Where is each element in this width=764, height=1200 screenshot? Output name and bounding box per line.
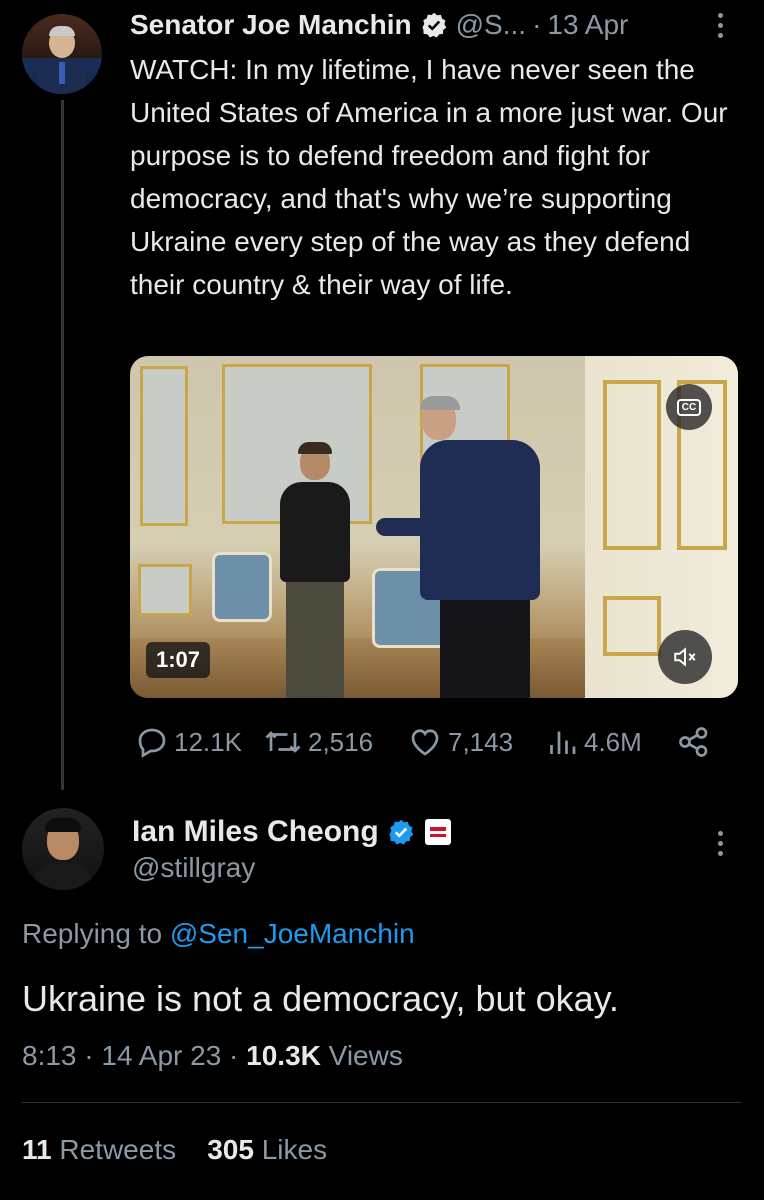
replying-prefix: Replying to bbox=[22, 918, 163, 949]
reply-count: 12.1K bbox=[174, 726, 242, 757]
more-icon[interactable] bbox=[712, 10, 728, 42]
retweets-count: 11 bbox=[22, 1134, 52, 1165]
avatar-ian-miles-cheong[interactable] bbox=[22, 808, 104, 890]
wall-panel bbox=[138, 564, 192, 616]
views-count: 4.6M bbox=[584, 726, 642, 757]
tweet2-stats: 11 Retweets 305 Likes bbox=[22, 1134, 327, 1166]
more-icon[interactable] bbox=[712, 828, 728, 860]
like-button[interactable]: 7,143 bbox=[406, 722, 513, 762]
tweet1-action-bar: 12.1K 2,516 7,143 4.6M bbox=[130, 722, 730, 762]
avatar-joe-manchin[interactable] bbox=[22, 14, 102, 94]
verified-icon[interactable] bbox=[387, 818, 415, 846]
share-button[interactable] bbox=[676, 722, 716, 762]
views-icon bbox=[550, 731, 576, 754]
retweet-button[interactable]: 2,516 bbox=[262, 722, 373, 762]
likes-count: 305 bbox=[207, 1134, 254, 1165]
tweet2-views-count: 10.3K bbox=[246, 1040, 321, 1071]
retweet-icon bbox=[265, 731, 301, 753]
tweet1-date[interactable]: 13 Apr bbox=[547, 9, 628, 41]
tweet1-text: WATCH: In my lifetime, I have never seen… bbox=[130, 54, 728, 300]
video-duration: 1:07 bbox=[146, 642, 210, 678]
video-player[interactable]: CC 1:07 bbox=[130, 356, 738, 698]
reply-icon bbox=[138, 728, 166, 758]
meta-separator: · bbox=[229, 1040, 247, 1071]
retweet-count: 2,516 bbox=[308, 726, 374, 757]
tweet2-date[interactable]: 14 Apr 23 bbox=[101, 1040, 221, 1071]
divider bbox=[22, 1102, 742, 1103]
captions-icon: CC bbox=[676, 398, 702, 416]
like-icon bbox=[411, 729, 439, 756]
affiliate-badge-icon[interactable] bbox=[424, 819, 451, 845]
tweet1-display-name[interactable]: Senator Joe Manchin bbox=[130, 9, 412, 41]
likes-link[interactable]: 305 Likes bbox=[207, 1134, 327, 1165]
replying-to: Replying to @Sen_JoeManchin bbox=[22, 918, 415, 950]
tweet2-views-label: Views bbox=[328, 1040, 403, 1071]
replying-mention-link[interactable]: @Sen_JoeManchin bbox=[170, 918, 415, 949]
person-left bbox=[280, 442, 350, 698]
likes-label: Likes bbox=[261, 1134, 328, 1165]
wall-panel bbox=[140, 366, 188, 526]
like-count: 7,143 bbox=[448, 726, 514, 757]
chair bbox=[212, 552, 272, 622]
header-separator: · bbox=[532, 9, 542, 40]
captions-button[interactable]: CC bbox=[666, 384, 712, 430]
tweet2-meta: 8:13 · 14 Apr 23 · 10.3K Views bbox=[22, 1040, 403, 1072]
tweet2-header: Ian Miles Cheong bbox=[132, 812, 451, 852]
tweet1-header: Senator Joe Manchin @S... · 13 Apr bbox=[130, 6, 628, 44]
person-right bbox=[376, 396, 550, 698]
verified-icon[interactable] bbox=[420, 11, 448, 39]
tweet2-display-name[interactable]: Ian Miles Cheong bbox=[132, 815, 379, 849]
tweet2-time[interactable]: 8:13 bbox=[22, 1040, 77, 1071]
reply-button[interactable]: 12.1K bbox=[134, 722, 242, 762]
mute-button[interactable] bbox=[658, 630, 712, 684]
tweet1-handle[interactable]: @S... bbox=[456, 9, 526, 41]
retweets-label: Retweets bbox=[59, 1134, 177, 1165]
meta-separator: · bbox=[84, 1040, 102, 1071]
mute-icon bbox=[674, 647, 696, 667]
views-button[interactable]: 4.6M bbox=[544, 722, 642, 762]
tweet2-handle[interactable]: @stillgray bbox=[132, 852, 255, 884]
share-icon bbox=[679, 727, 708, 757]
retweets-link[interactable]: 11 Retweets bbox=[22, 1134, 176, 1165]
thread-line bbox=[61, 100, 64, 790]
tweet2-text: Ukraine is not a democracy, but okay. bbox=[22, 978, 619, 1019]
